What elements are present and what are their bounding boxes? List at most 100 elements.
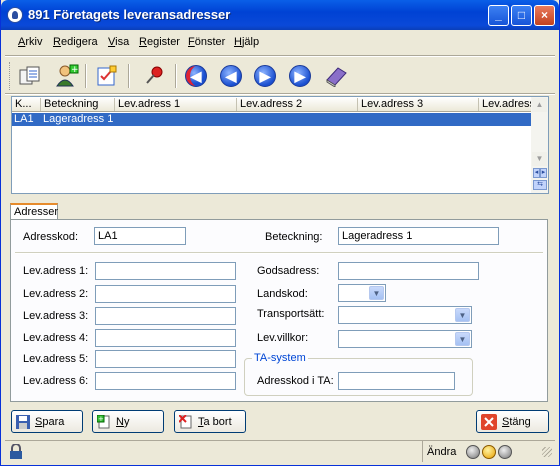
ta-label: Adresskod i TA: <box>257 375 334 387</box>
address-grid[interactable]: K... Beteckning Lev.adress 1 Lev.adress … <box>11 96 549 194</box>
add-user-icon[interactable]: + <box>52 61 82 91</box>
app-icon <box>7 7 23 23</box>
lev1-label: Lev.adress 1: <box>23 265 89 277</box>
delete-label: Ta bort <box>198 415 232 428</box>
scroll-up-button[interactable]: ▲ <box>532 98 547 112</box>
scroll-right-icon[interactable]: ▸ <box>540 168 547 178</box>
lev6-field[interactable] <box>95 372 236 390</box>
menu-hjalp[interactable]: Hjälp <box>234 36 259 48</box>
col-kod[interactable]: K... <box>12 98 41 111</box>
prev-icon[interactable]: ◀ <box>216 61 246 91</box>
list-icon[interactable] <box>15 61 45 91</box>
delete-document-icon <box>179 414 192 428</box>
adresskod-label: Adresskod: <box>23 231 79 243</box>
menu-arkiv[interactable]: Arkiv <box>18 36 42 48</box>
table-row[interactable]: LA1 Lageradress 1 <box>12 113 532 126</box>
toolbar-separator <box>175 64 177 88</box>
toolbar-separator <box>128 64 130 88</box>
book-icon[interactable] <box>321 61 351 91</box>
pin-icon[interactable] <box>139 61 169 91</box>
landskod-select[interactable]: ▼ <box>338 284 386 302</box>
cell-beteckning: Lageradress 1 <box>43 113 114 125</box>
ta-field[interactable] <box>338 372 455 390</box>
tab-adresser[interactable]: Adresser <box>10 203 58 220</box>
save-label: Spara <box>35 415 65 428</box>
close-button[interactable]: Stäng <box>476 410 549 433</box>
menu-divider <box>5 55 555 57</box>
first-icon[interactable]: ◀ <box>181 61 211 91</box>
lev4-field[interactable] <box>95 329 236 347</box>
godsadress-field[interactable] <box>338 262 479 280</box>
menu-redigera[interactable]: Redigera <box>53 36 98 48</box>
status-divider <box>422 441 423 462</box>
lev3-field[interactable] <box>95 307 236 325</box>
lev1-field[interactable] <box>95 262 236 280</box>
lev4-label: Lev.adress 4: <box>23 332 89 344</box>
resize-grip[interactable] <box>542 447 552 457</box>
minimize-button[interactable]: _ <box>488 5 509 26</box>
delete-button[interactable]: Ta bort <box>174 410 246 433</box>
chevron-down-icon[interactable]: ▼ <box>455 332 470 346</box>
lev2-label: Lev.adress 2: <box>23 288 89 300</box>
beteckning-field[interactable]: Lageradress 1 <box>338 227 499 245</box>
maximize-button[interactable]: □ <box>511 5 532 26</box>
toolbar-separator <box>85 64 87 88</box>
levvillkor-label: Lev.villkor: <box>257 332 309 344</box>
chevron-down-icon[interactable]: ▼ <box>455 308 470 322</box>
status-bar: Ändra <box>5 440 555 462</box>
close-window-button[interactable]: × <box>534 5 555 26</box>
title-bar[interactable]: 891 Företagets leveransadresser _ □ × <box>1 0 559 30</box>
col-levadress1[interactable]: Lev.adress 1 <box>115 98 237 111</box>
last-icon[interactable]: ▶ <box>285 61 315 91</box>
close-label: Stäng <box>502 415 531 428</box>
levvillkor-select[interactable]: ▼ <box>338 330 472 348</box>
close-icon <box>481 413 497 430</box>
adresskod-field[interactable]: LA1 <box>94 227 186 245</box>
toolbar-divider <box>5 93 555 95</box>
status-mode: Ändra <box>427 446 457 458</box>
form-divider <box>15 252 543 254</box>
godsadress-label: Godsadress: <box>257 265 320 277</box>
new-label: Ny <box>116 415 130 428</box>
next-icon[interactable]: ▶ <box>250 61 280 91</box>
checklist-icon[interactable] <box>92 61 122 91</box>
menu-bar: Arkiv Redigera Visa Register Fönster Hjä… <box>5 33 555 53</box>
col-levadress2[interactable]: Lev.adress 2 <box>237 98 358 111</box>
toolbar-grip[interactable] <box>9 62 12 90</box>
grid-vscrollbar[interactable]: ▲ ▼ ◂ ▸ ⇆ <box>531 97 548 193</box>
lev5-field[interactable] <box>95 350 236 368</box>
transportsatt-select[interactable]: ▼ <box>338 306 472 324</box>
save-button[interactable]: Spara <box>11 410 83 433</box>
status-lamp-icon <box>466 445 480 459</box>
menu-register[interactable]: Register <box>139 36 180 48</box>
grid-resize-icon[interactable]: ⇆ <box>533 180 547 190</box>
col-levadress3[interactable]: Lev.adress 3 <box>358 98 479 111</box>
lev5-label: Lev.adress 5: <box>23 353 89 365</box>
beteckning-label: Beteckning: <box>265 231 323 243</box>
window-title: 891 Företagets leveransadresser <box>28 7 231 22</box>
chevron-down-icon[interactable]: ▼ <box>369 286 384 300</box>
grid-header: K... Beteckning Lev.adress 1 Lev.adress … <box>12 97 532 112</box>
new-button[interactable]: + Ny <box>92 410 164 433</box>
lev6-label: Lev.adress 6: <box>23 375 89 387</box>
landskod-label: Landskod: <box>257 288 308 300</box>
menu-visa[interactable]: Visa <box>108 36 129 48</box>
menu-fonster[interactable]: Fönster <box>188 36 225 48</box>
scroll-down-button[interactable]: ▼ <box>532 152 547 166</box>
window: 891 Företagets leveransadresser _ □ × Ar… <box>0 0 560 466</box>
lev2-field[interactable] <box>95 285 236 303</box>
transportsatt-label: Transportsätt: <box>257 308 325 320</box>
scroll-left-icon[interactable]: ◂ <box>533 168 540 178</box>
col-levadress4[interactable]: Lev.adress <box>479 98 532 111</box>
status-lamp-icon <box>482 445 496 459</box>
new-document-icon: + <box>97 414 110 428</box>
col-beteckning[interactable]: Beteckning <box>41 98 115 111</box>
lev3-label: Lev.adress 3: <box>23 310 89 322</box>
cell-kod: LA1 <box>14 113 34 125</box>
svg-text:+: + <box>71 65 79 75</box>
ta-system-title: TA-system <box>252 352 308 364</box>
save-icon <box>16 414 30 429</box>
svg-text:+: + <box>98 415 104 423</box>
lock-icon <box>10 444 22 459</box>
toolbar: + ◀ ◀ ▶ ▶ <box>5 58 555 94</box>
